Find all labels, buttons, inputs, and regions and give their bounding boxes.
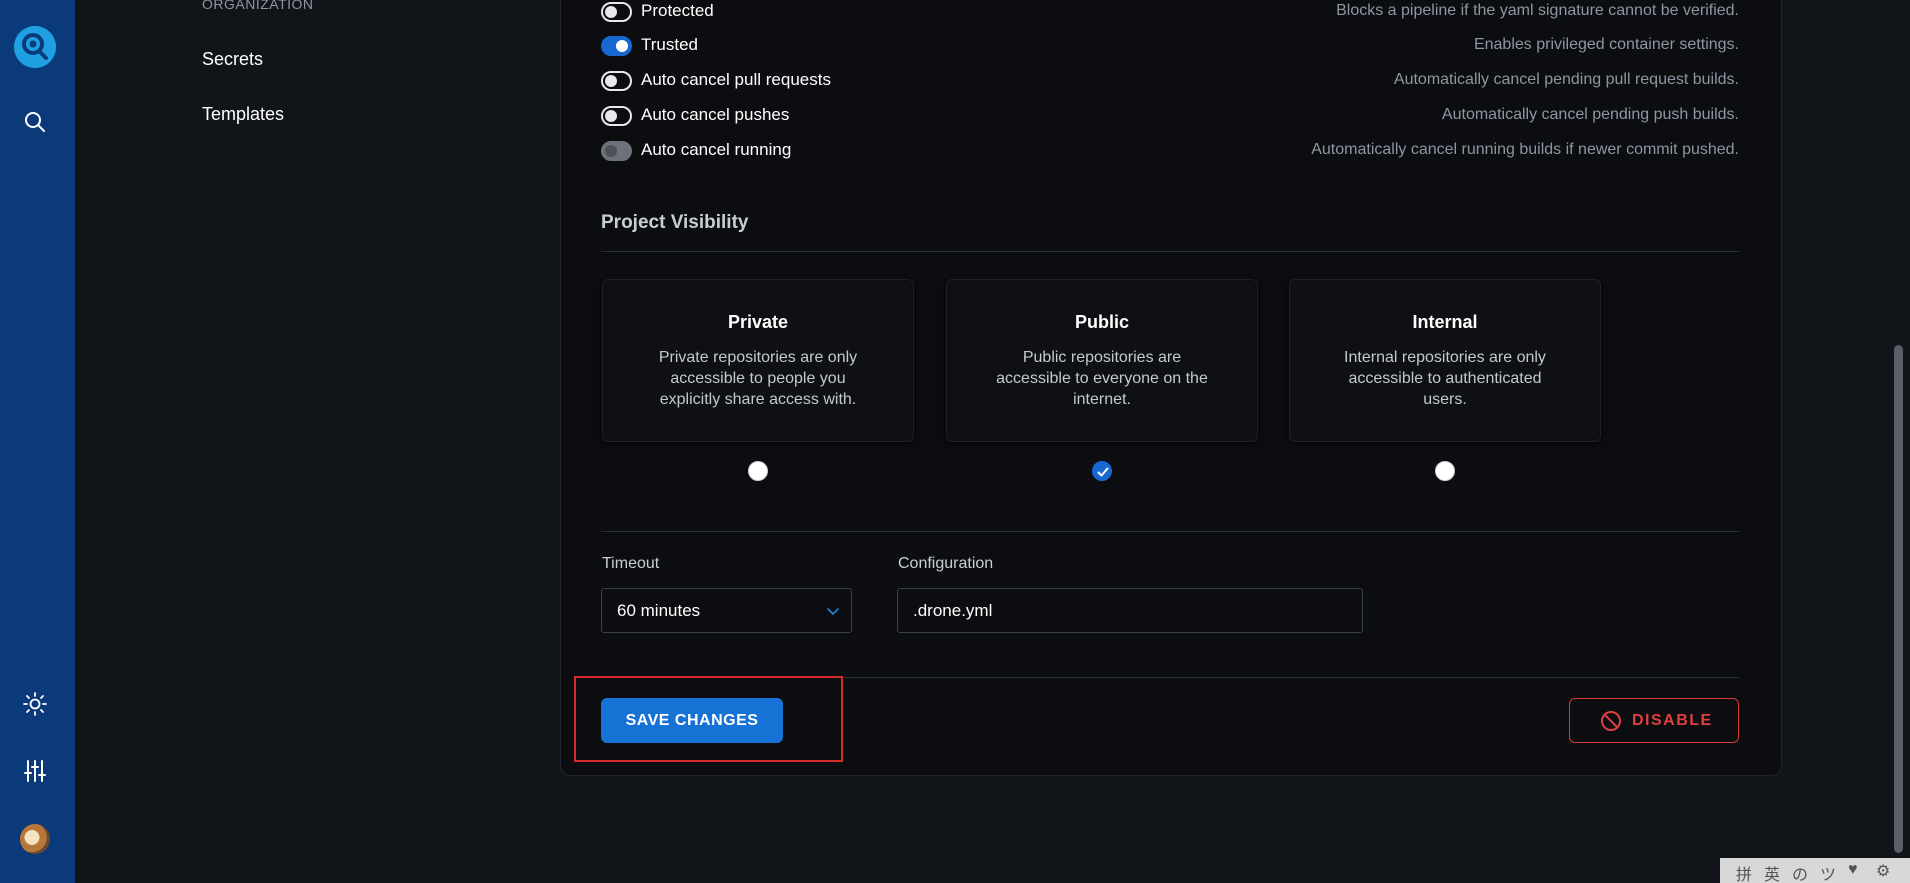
toggle-row-auto-cancel-pushes: Auto cancel pushes Automatically cancel … <box>601 104 1739 128</box>
divider <box>601 531 1739 532</box>
timeout-select[interactable]: 60 minutes <box>601 588 852 633</box>
toggle-label: Auto cancel pushes <box>641 105 790 124</box>
toggle-label: Auto cancel running <box>641 140 792 159</box>
chevron-down-icon <box>827 608 839 616</box>
disable-label: DISABLE <box>1632 712 1713 729</box>
user-avatar[interactable] <box>20 824 50 854</box>
toggle-row-auto-cancel-running: Auto cancel running Automatically cancel… <box>601 139 1739 163</box>
ime-glyph[interactable]: 拼 <box>1736 861 1752 883</box>
auto-cancel-running-toggle[interactable] <box>601 141 632 161</box>
toggle-label: Protected <box>641 1 714 20</box>
internal-radio[interactable] <box>1435 461 1455 481</box>
scrollbar[interactable] <box>1887 0 1910 883</box>
toggle-description: Blocks a pipeline if the yaml signature … <box>1336 2 1739 19</box>
sidebar-item-templates[interactable]: Templates <box>202 104 284 125</box>
protected-toggle[interactable] <box>601 2 632 22</box>
disable-button[interactable]: DISABLE <box>1569 698 1739 743</box>
trusted-toggle[interactable] <box>601 36 632 56</box>
sidebar-section-organization: ORGANIZATION <box>202 0 314 12</box>
visibility-description: Private repositories are only accessible… <box>658 349 858 408</box>
toggle-description: Automatically cancel pending push builds… <box>1441 106 1739 123</box>
settings-sidebar: ORGANIZATION Secrets Templates <box>75 0 540 883</box>
ime-toolbar: 拼 英 の ツ ♥ ⚙ <box>1720 858 1910 883</box>
visibility-title: Public <box>1074 312 1129 332</box>
toggle-label: Auto cancel pull requests <box>641 70 831 89</box>
project-visibility-heading: Project Visibility <box>601 212 749 233</box>
visibility-card-private[interactable]: Private Private repositories are only ac… <box>602 279 914 442</box>
toggle-description: Enables privileged container settings. <box>1473 36 1739 53</box>
visibility-title: Private <box>727 312 789 332</box>
toggle-row-protected: Protected Blocks a pipeline if the yaml … <box>601 0 1739 24</box>
toggle-row-trusted: Trusted Enables privileged container set… <box>601 34 1739 58</box>
ime-glyph[interactable]: の <box>1792 861 1808 883</box>
toggle-description: Automatically cancel running builds if n… <box>1311 141 1739 158</box>
drone-logo-icon[interactable] <box>14 26 56 68</box>
timeout-value: 60 minutes <box>617 601 701 620</box>
ime-glyph[interactable]: ⚙ <box>1876 861 1890 881</box>
theme-sun-icon[interactable] <box>22 691 48 717</box>
checkmark-icon <box>1097 467 1109 477</box>
divider <box>601 251 1739 252</box>
settings-sliders-icon[interactable] <box>22 758 48 784</box>
configuration-label: Configuration <box>898 555 994 572</box>
ime-glyph[interactable]: ツ <box>1820 861 1836 883</box>
visibility-card-internal[interactable]: Internal Internal repositories are only … <box>1289 279 1601 442</box>
private-radio[interactable] <box>748 461 768 481</box>
scrollbar-thumb[interactable] <box>1894 345 1903 853</box>
sidebar-item-secrets[interactable]: Secrets <box>202 49 263 70</box>
search-icon[interactable] <box>22 109 48 135</box>
save-changes-button[interactable]: SAVE CHANGES <box>601 698 783 743</box>
visibility-description: Public repositories are accessible to ev… <box>996 349 1208 408</box>
ime-glyph[interactable]: ♥ <box>1848 861 1858 879</box>
visibility-card-public[interactable]: Public Public repositories are accessibl… <box>946 279 1258 442</box>
timeout-label: Timeout <box>602 555 660 572</box>
public-radio[interactable] <box>1092 461 1112 481</box>
ime-glyph[interactable]: 英 <box>1764 861 1780 883</box>
ban-icon <box>1601 711 1621 731</box>
auto-cancel-pushes-toggle[interactable] <box>601 106 632 126</box>
auto-cancel-pull-requests-toggle[interactable] <box>601 71 632 91</box>
toggle-description: Automatically cancel pending pull reques… <box>1393 71 1739 88</box>
toggle-label: Trusted <box>641 35 699 54</box>
toggle-row-auto-cancel-pull-requests: Auto cancel pull requests Automatically … <box>601 69 1739 93</box>
configuration-input[interactable] <box>897 588 1363 633</box>
visibility-description: Internal repositories are only accessibl… <box>1344 349 1546 408</box>
nav-rail <box>0 0 75 883</box>
visibility-title: Internal <box>1412 312 1478 332</box>
